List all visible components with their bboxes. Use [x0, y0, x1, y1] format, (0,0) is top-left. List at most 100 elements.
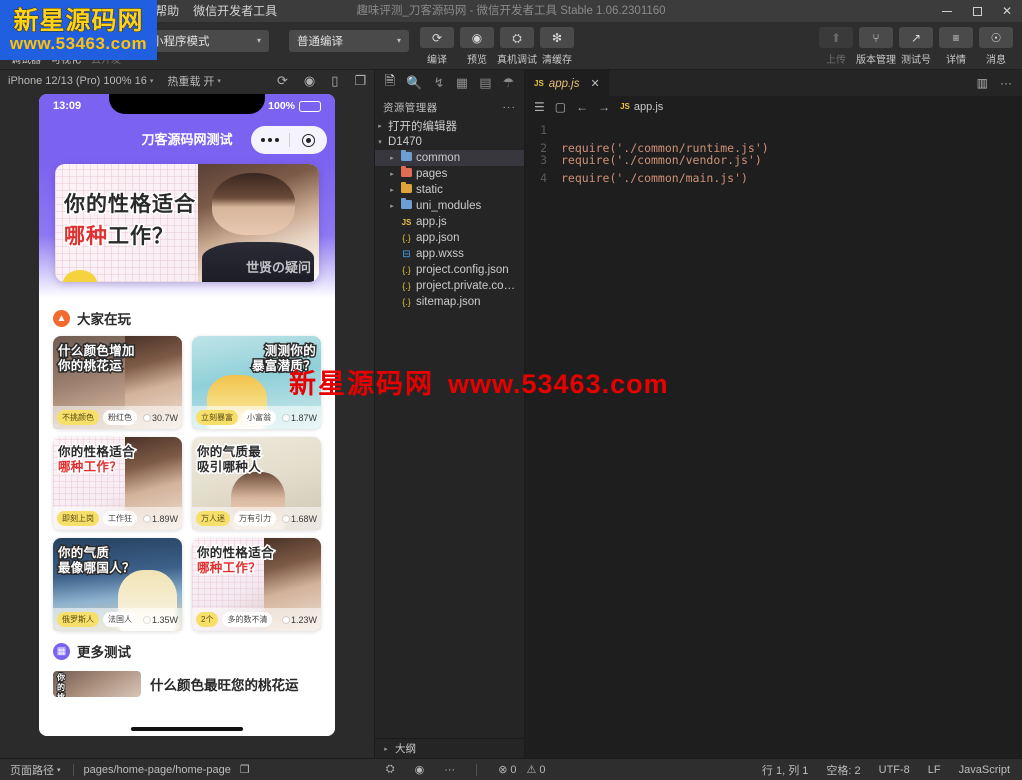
- test-card[interactable]: 你的性格适合哪种工作？ 即刻上岗 工作狂 1.89W: [53, 437, 182, 530]
- phone-content: 你的性格适合 哪种工作？ 世贤の疑问 ▲ 大家在玩: [39, 158, 335, 736]
- real-device-debug-button[interactable]: ⛭ 真机调试: [499, 25, 535, 66]
- cursor-position[interactable]: 行 1, 列 1: [760, 762, 810, 778]
- test-card[interactable]: 你的性格适合哪种工作？ 2个 多的数不清 1.23W: [192, 538, 321, 631]
- tree-item-app-json[interactable]: {.} app.json: [375, 230, 524, 246]
- test-account-icon: ↗: [899, 27, 933, 48]
- test-card[interactable]: 什么颜色增加你的桃花运 不挑颜色 粉红色 30.7W: [53, 336, 182, 429]
- tree-item-uni-modules[interactable]: ▸ uni_modules: [375, 198, 524, 214]
- more-thumb-line2: 你的桃花运: [57, 673, 65, 697]
- encoding-setting[interactable]: UTF-8: [877, 764, 912, 776]
- card-caption: 万人迷 万有引力 1.68W: [192, 507, 321, 530]
- chevron-down-icon-path: ▾: [57, 766, 61, 774]
- copy-icon[interactable]: ❐: [238, 763, 252, 776]
- hero-banner[interactable]: 你的性格适合 哪种工作？ 世贤の疑问: [55, 164, 319, 282]
- breadcrumb-file[interactable]: JS app.js: [620, 101, 663, 113]
- menu-item-devtools[interactable]: 微信开发者工具: [186, 0, 284, 22]
- card-title-line2: 吸引哪种人: [197, 460, 261, 474]
- toolbar-center-group: ⟳ 编译 ◉ 预览 ⛭ 真机调试 ❇ 清缓存: [419, 25, 575, 66]
- bookmark-icon[interactable]: ▢: [555, 100, 566, 114]
- compile-select[interactable]: 普通编译 ▾: [289, 30, 409, 52]
- outline-section[interactable]: ▸ 大纲: [375, 738, 524, 758]
- extensions-icon[interactable]: ▦: [456, 75, 468, 91]
- more-dots-icon[interactable]: [251, 138, 289, 142]
- tree-item-sitemap[interactable]: {.} sitemap.json: [375, 294, 524, 310]
- explorer-more-icon[interactable]: ···: [503, 101, 517, 113]
- code-area[interactable]: 1 2 require('./common/runtime.js') ··· 3…: [525, 117, 1022, 758]
- tree-item-label: project.config.json: [416, 264, 509, 276]
- code-line: 3 require('./common/vendor.js'): [525, 151, 1022, 169]
- version-manage-button[interactable]: ⑂ 版本管理: [858, 25, 894, 66]
- more-icon-status[interactable]: ···: [442, 764, 457, 776]
- error-count[interactable]: ⊗ 0: [496, 763, 518, 776]
- device-select[interactable]: iPhone 12/13 (Pro) 100% 16 ▾: [8, 75, 153, 87]
- tree-item-pages[interactable]: ▸ pages: [375, 166, 524, 182]
- watermark-tl-line1: 新星源码网: [13, 9, 143, 34]
- back-arrow-icon[interactable]: ←: [576, 100, 588, 114]
- device-icon[interactable]: ▯: [331, 73, 338, 89]
- home-indicator: [131, 727, 243, 731]
- eye-icon-status[interactable]: ◉: [413, 763, 427, 776]
- eol-setting[interactable]: LF: [926, 764, 943, 776]
- test-card[interactable]: 测测你的暴富潜质？ 立刻暴富 小富翁 1.87W: [192, 336, 321, 429]
- tree-project-root[interactable]: ▾ D1470: [375, 134, 524, 150]
- editor-tab-actions: ▥ ···: [977, 70, 1022, 96]
- search-icon[interactable]: 🔍: [406, 75, 422, 91]
- folder-icon: [400, 168, 413, 180]
- bell-icon: ☉: [979, 27, 1013, 48]
- status-divider: [73, 764, 74, 776]
- hotreload-select[interactable]: 热重载 开 ▾: [167, 73, 221, 89]
- refresh-icon-sim[interactable]: ⟳: [277, 73, 288, 89]
- clear-cache-button[interactable]: ❇ 清缓存: [539, 25, 575, 66]
- version-manage-label: 版本管理: [856, 51, 896, 66]
- device-debug-icon[interactable]: ⛭: [384, 763, 397, 776]
- card-title-line2: 最像哪国人？: [58, 561, 135, 575]
- mode-select[interactable]: 小程序模式 ▾: [144, 30, 269, 52]
- preview-button[interactable]: ◉ 预览: [459, 25, 495, 66]
- tree-item-static[interactable]: ▸ static: [375, 182, 524, 198]
- close-button[interactable]: ✕: [992, 0, 1022, 22]
- tree-item-app-wxss[interactable]: ⊟ app.wxss: [375, 246, 524, 262]
- close-icon-tab[interactable]: ✕: [590, 77, 599, 90]
- cloud-icon-activity[interactable]: ☂: [503, 75, 515, 91]
- test-card[interactable]: 你的气质最吸引哪种人 万人迷 万有引力 1.68W: [192, 437, 321, 530]
- chevron-right-icon-static: ▸: [387, 186, 397, 194]
- more-actions-icon[interactable]: ···: [1000, 76, 1012, 90]
- tree-item-project-private-config[interactable]: {.} project.private.config.js...: [375, 278, 524, 294]
- phone-time: 13:09: [53, 100, 81, 112]
- debug-icon[interactable]: ▤: [479, 75, 491, 91]
- detach-icon[interactable]: ❐: [354, 73, 366, 89]
- split-editor-icon[interactable]: ▥: [977, 76, 988, 90]
- battery-percent: 100%: [268, 100, 295, 112]
- maximize-button[interactable]: [962, 0, 992, 22]
- css-icon: ⊟: [400, 249, 413, 260]
- compile-button[interactable]: ⟳ 编译: [419, 25, 455, 66]
- outline-label: 大纲: [395, 741, 416, 756]
- tree-item-project-config[interactable]: {.} project.config.json: [375, 262, 524, 278]
- popular-card-grid: 什么颜色增加你的桃花运 不挑颜色 粉红色 30.7W 测测你: [53, 336, 321, 631]
- details-button[interactable]: ≡ 详情: [938, 25, 974, 66]
- warning-count[interactable]: ⚠ 0: [525, 763, 548, 776]
- tree-open-editors[interactable]: ▸ 打开的编辑器: [375, 118, 524, 134]
- more-tests-item[interactable]: 什么颜色增加你的桃花运 什么颜色最旺您的桃花运: [53, 669, 321, 703]
- messages-button[interactable]: ☉ 消息: [978, 25, 1014, 66]
- line-content: require('./common/main.js'): [561, 169, 748, 187]
- files-icon[interactable]: 🗎: [385, 72, 395, 94]
- status-divider-2: [476, 764, 477, 776]
- status-bar-left: 页面路径 ▾ pages/home-page/home-page ❐: [0, 762, 252, 778]
- tree-item-common[interactable]: ▸ common: [375, 150, 524, 166]
- minimize-button[interactable]: [932, 0, 962, 22]
- record-icon[interactable]: ◉: [304, 73, 315, 89]
- capsule-buttons[interactable]: [251, 126, 327, 154]
- close-target-icon[interactable]: [290, 134, 328, 147]
- indent-setting[interactable]: 空格: 2: [824, 762, 862, 778]
- card-tag-1: 即刻上岗: [57, 511, 99, 526]
- forward-arrow-icon[interactable]: →: [598, 100, 610, 114]
- test-account-button[interactable]: ↗ 测试号: [898, 25, 934, 66]
- language-mode[interactable]: JavaScript: [957, 764, 1012, 776]
- outline-list-icon[interactable]: ☰: [534, 100, 545, 114]
- tree-item-app-js[interactable]: JS app.js: [375, 214, 524, 230]
- page-path-select[interactable]: 页面路径 ▾: [8, 762, 63, 778]
- tab-app-js[interactable]: JS app.js ✕: [525, 70, 610, 96]
- source-control-icon[interactable]: ↯: [434, 75, 445, 91]
- test-card[interactable]: 你的气质最像哪国人？ 俄罗斯人 法国人 1.35W: [53, 538, 182, 631]
